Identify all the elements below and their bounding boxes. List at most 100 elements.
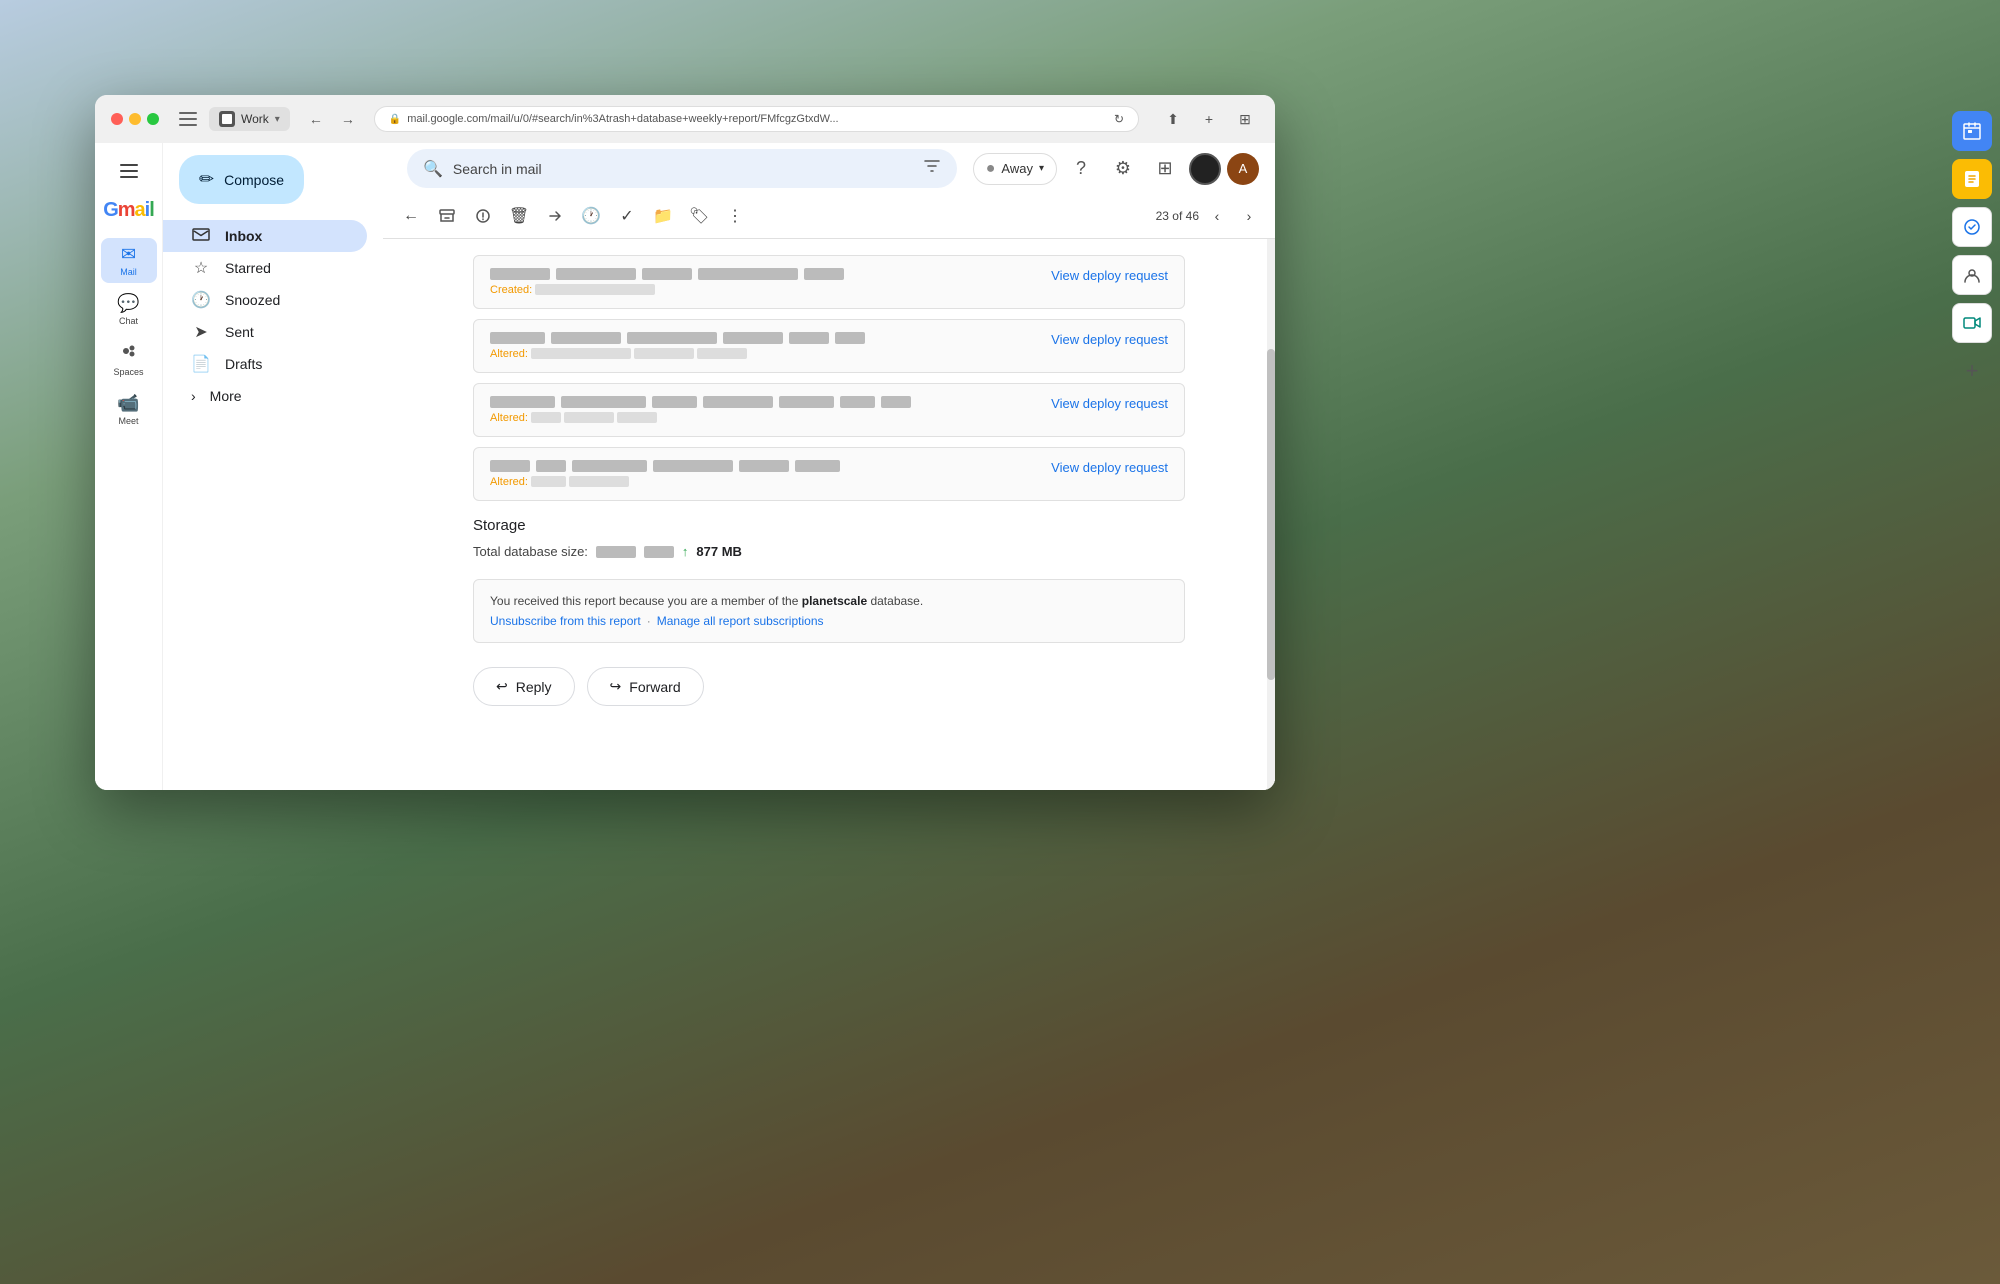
pagination-info: 23 of 46 — [1156, 209, 1199, 223]
deploy-row-3-prefix: Altered: — [490, 412, 531, 424]
compose-button[interactable]: ✏ Compose — [179, 155, 304, 204]
refresh-icon[interactable]: ↻ — [1114, 112, 1124, 126]
label-button[interactable]: 🏷 — [683, 200, 715, 232]
right-sidebar: + — [1944, 95, 2000, 407]
mail-icon: ✉ — [121, 244, 136, 265]
scroll-thumb[interactable] — [1267, 349, 1275, 680]
profile-button[interactable] — [1189, 153, 1221, 185]
settings-button[interactable]: ⚙ — [1105, 151, 1141, 187]
workspace-chevron-icon: ▾ — [275, 114, 280, 125]
google-meet-button[interactable] — [1952, 303, 1992, 343]
compose-icon: ✏ — [199, 169, 214, 190]
menu-button[interactable] — [109, 151, 149, 191]
deploy-link-1[interactable]: View deploy request — [1051, 268, 1168, 283]
lock-icon: 🔒 — [389, 114, 401, 125]
forward-button[interactable]: ↪ Forward — [587, 667, 704, 706]
workspace-icon — [219, 111, 235, 127]
search-bar[interactable]: 🔍 Search in mail — [407, 149, 957, 188]
google-tasks-button[interactable] — [1952, 207, 1992, 247]
nav-item-drafts[interactable]: 📄 Drafts — [163, 348, 367, 380]
browser-actions: ⬆ + ⊞ — [1159, 105, 1259, 133]
address-bar[interactable]: 🔒 mail.google.com/mail/u/0/#search/in%3A… — [374, 106, 1139, 132]
email-actions: ↩ Reply ↪ Forward — [473, 667, 1185, 706]
away-chevron-icon: ▾ — [1039, 163, 1044, 174]
minimize-button[interactable] — [129, 113, 141, 125]
move-button[interactable] — [539, 200, 571, 232]
archive-button[interactable] — [431, 200, 463, 232]
spaces-icon — [120, 342, 138, 365]
tabs-button[interactable]: ⊞ — [1231, 105, 1259, 133]
meet-icon: 📹 — [117, 393, 139, 414]
mark-done-button[interactable]: ✓ — [611, 200, 643, 232]
compose-label: Compose — [224, 172, 284, 188]
reply-button[interactable]: ↩ Reply — [473, 667, 575, 706]
deploy-link-4[interactable]: View deploy request — [1051, 460, 1168, 475]
sidebar-item-meet-label: Meet — [118, 416, 138, 426]
footer-text-prefix: You received this report because you are… — [490, 594, 802, 608]
nav-item-sent[interactable]: ➤ Sent — [163, 316, 367, 348]
traffic-lights — [111, 113, 159, 125]
workspace-pill[interactable]: Work ▾ — [209, 107, 290, 131]
google-calendar-button[interactable] — [1952, 111, 1992, 151]
starred-icon: ☆ — [191, 258, 211, 278]
scroll-track — [1267, 239, 1275, 790]
spam-button[interactable] — [467, 200, 499, 232]
close-button[interactable] — [111, 113, 123, 125]
search-input-placeholder: Search in mail — [453, 161, 913, 177]
nav-item-starred-label: Starred — [225, 260, 271, 276]
sidebar-toggle-button[interactable] — [179, 112, 197, 126]
next-email-button[interactable]: › — [1235, 202, 1263, 230]
more-chevron-icon: › — [191, 388, 196, 404]
google-keep-button[interactable] — [1952, 159, 1992, 199]
snoozed-icon: 🕐 — [191, 290, 211, 310]
share-button[interactable]: ⬆ — [1159, 105, 1187, 133]
sidebar-item-chat-label: Chat — [119, 316, 138, 326]
sidebar-item-mail[interactable]: ✉ Mail — [101, 238, 157, 283]
email-footer: You received this report because you are… — [473, 579, 1185, 643]
google-contacts-button[interactable] — [1952, 255, 1992, 295]
deploy-link-2[interactable]: View deploy request — [1051, 332, 1168, 347]
nav-item-snoozed[interactable]: 🕐 Snoozed — [163, 284, 367, 316]
chat-icon: 💬 — [117, 293, 139, 314]
sidebar-item-chat[interactable]: 💬 Chat — [101, 287, 157, 332]
deploy-row-3-title — [490, 396, 1035, 408]
away-button[interactable]: ● Away ▾ — [973, 153, 1057, 185]
footer-links: Unsubscribe from this report · Manage al… — [490, 614, 1168, 628]
help-button[interactable]: ? — [1063, 151, 1099, 187]
reply-label: Reply — [516, 679, 552, 695]
snooze-button[interactable]: 🕐 — [575, 200, 607, 232]
browser-window: Work ▾ ← → 🔒 mail.google.com/mail/u/0/#s… — [95, 95, 1275, 790]
away-dot-icon: ● — [986, 160, 996, 178]
sidebar-item-meet[interactable]: 📹 Meet — [101, 387, 157, 432]
nav-back-button[interactable]: ← — [302, 105, 330, 133]
user-avatar[interactable]: A — [1227, 153, 1259, 185]
prev-email-button[interactable]: ‹ — [1203, 202, 1231, 230]
gmail-icon-sidebar: Gmail ✉ Mail 💬 Chat — [95, 143, 163, 790]
browser-chrome: Work ▾ ← → 🔒 mail.google.com/mail/u/0/#s… — [95, 95, 1275, 143]
unsubscribe-link[interactable]: Unsubscribe from this report — [490, 614, 641, 628]
footer-text: You received this report because you are… — [490, 594, 1168, 608]
search-options-button[interactable] — [923, 157, 941, 180]
deploy-row-2: Altered: View deploy request — [473, 319, 1185, 373]
deploy-row-2-sub: Altered: — [490, 348, 1035, 360]
nav-item-starred[interactable]: ☆ Starred — [163, 252, 367, 284]
sidebar-item-spaces[interactable]: Spaces — [101, 336, 157, 383]
nav-item-more[interactable]: › More — [163, 380, 383, 412]
gmail-topbar: 🔍 Search in mail ● Away ▾ — [383, 143, 1275, 194]
move-to-button[interactable]: 📁 — [647, 200, 679, 232]
delete-button[interactable]: 🗑 — [503, 200, 535, 232]
new-tab-button[interactable]: + — [1195, 105, 1223, 133]
nav-arrows: ← → — [302, 105, 362, 133]
more-options-button[interactable]: ⋮ — [719, 200, 751, 232]
add-app-button[interactable]: + — [1952, 351, 1992, 391]
maximize-button[interactable] — [147, 113, 159, 125]
deploy-link-3[interactable]: View deploy request — [1051, 396, 1168, 411]
gmail-nav-panel: ✏ Compose Inbox ☆ Starred 🕐 Snoozed — [163, 143, 383, 790]
nav-forward-button[interactable]: → — [334, 105, 362, 133]
email-scroll: Created: View deploy request — [449, 239, 1209, 754]
manage-subscriptions-link[interactable]: Manage all report subscriptions — [657, 614, 824, 628]
nav-item-inbox[interactable]: Inbox — [163, 220, 367, 252]
back-button[interactable]: ← — [395, 200, 427, 232]
apps-button[interactable]: ⊞ — [1147, 151, 1183, 187]
deploy-row-4-title — [490, 460, 1035, 472]
